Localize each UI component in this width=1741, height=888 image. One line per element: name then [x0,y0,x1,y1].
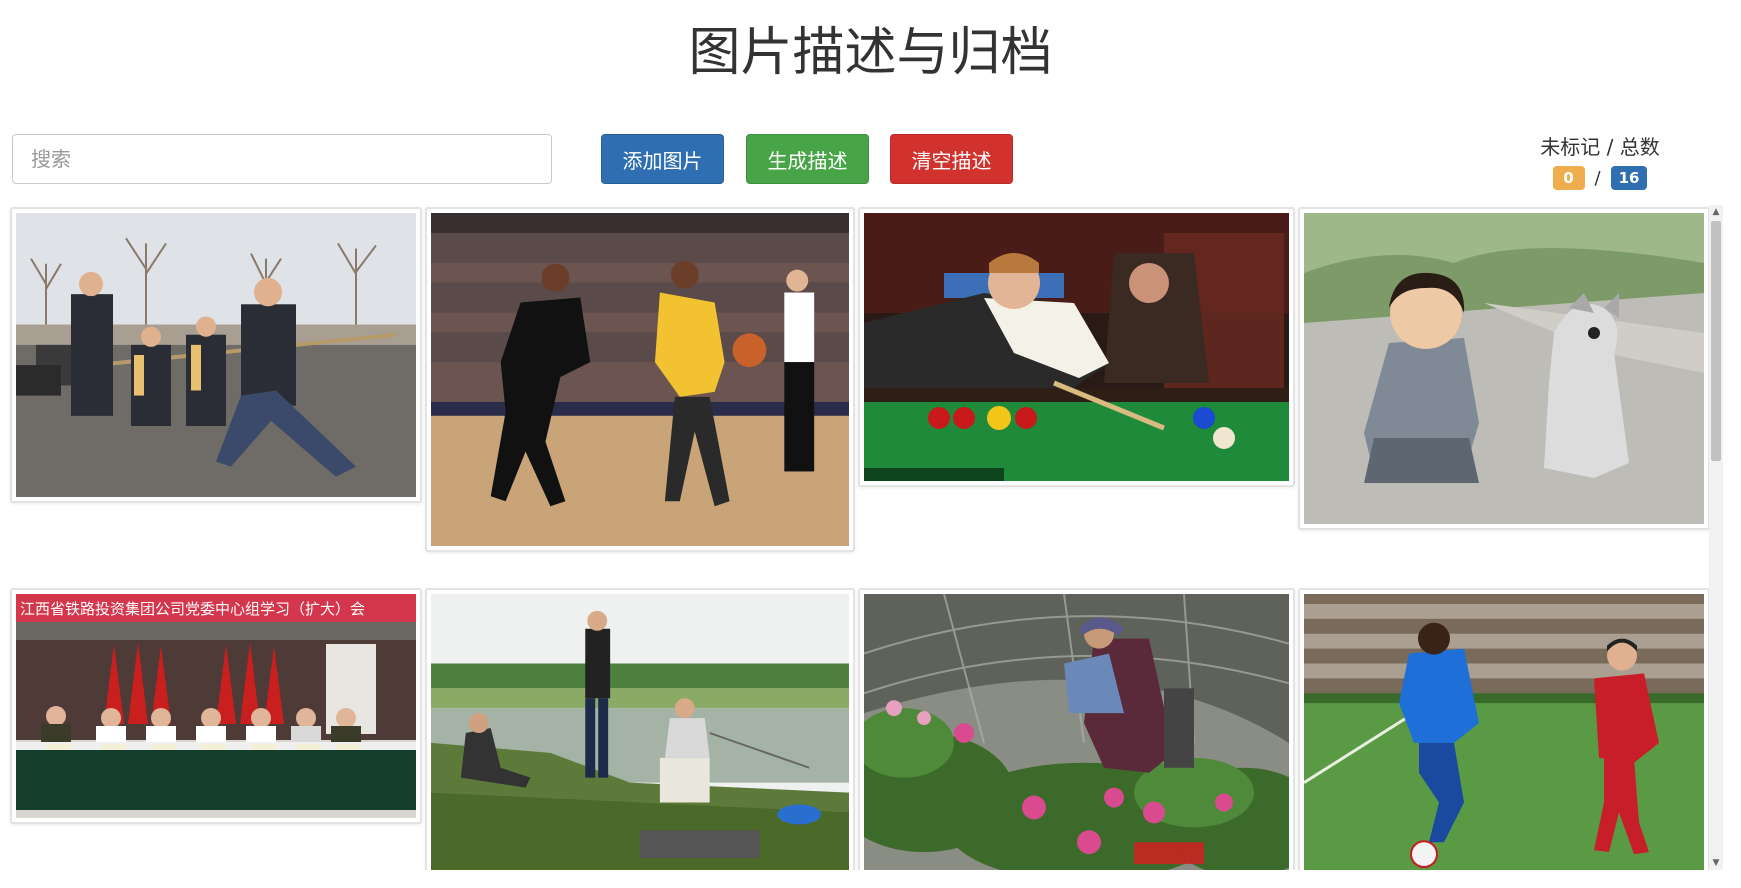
counter-separator: / [1594,167,1601,189]
image-grid: 江西省铁路投资集团公司党委中心组学习（扩大）会 [0,205,1741,870]
scroll-down-arrow-icon[interactable]: ▼ [1709,856,1723,870]
child-with-dog-photo [1304,213,1704,524]
clear-description-button[interactable]: 清空描述 [890,134,1013,184]
unmarked-count-badge: 0 [1552,166,1585,190]
unmarked-total-counter: 未标记 / 总数 0 / 16 [1500,133,1700,190]
image-thumbnail-fishing[interactable] [425,588,855,870]
greenhouse-flowers-photo [864,594,1289,870]
image-thumbnail-football[interactable] [1298,588,1710,870]
grid-scrollbar[interactable]: ▲ ▼ [1709,205,1723,870]
meeting-photo: 江西省铁路投资集团公司党委中心组学习（扩大）会 [16,594,416,818]
counter-label: 未标记 / 总数 [1540,135,1660,159]
image-thumbnail-tug-of-war[interactable] [10,207,422,503]
generate-description-button[interactable]: 生成描述 [746,134,869,184]
image-thumbnail-meeting[interactable]: 江西省铁路投资集团公司党委中心组学习（扩大）会 [10,588,422,824]
fishing-photo [431,594,849,870]
page-title: 图片描述与归档 [688,23,1053,83]
image-thumbnail-child-with-dog[interactable] [1298,207,1710,530]
meeting-banner-text: 江西省铁路投资集团公司党委中心组学习（扩大）会 [20,601,365,618]
basketball-photo [431,213,849,546]
scrollbar-thumb[interactable] [1711,221,1721,461]
tug-of-war-photo [16,213,416,497]
add-image-button[interactable]: 添加图片 [601,134,724,184]
snooker-photo [864,213,1289,481]
image-thumbnail-basketball[interactable] [425,207,855,552]
image-thumbnail-snooker[interactable] [858,207,1295,487]
image-archive-page: 图片描述与归档 添加图片 生成描述 清空描述 未标记 / 总数 0 / 16 [0,0,1741,888]
scroll-up-arrow-icon[interactable]: ▲ [1709,205,1723,219]
image-thumbnail-greenhouse-flowers[interactable] [858,588,1295,870]
total-count-badge: 16 [1610,166,1648,190]
football-photo [1304,594,1704,870]
search-input[interactable] [12,134,552,184]
